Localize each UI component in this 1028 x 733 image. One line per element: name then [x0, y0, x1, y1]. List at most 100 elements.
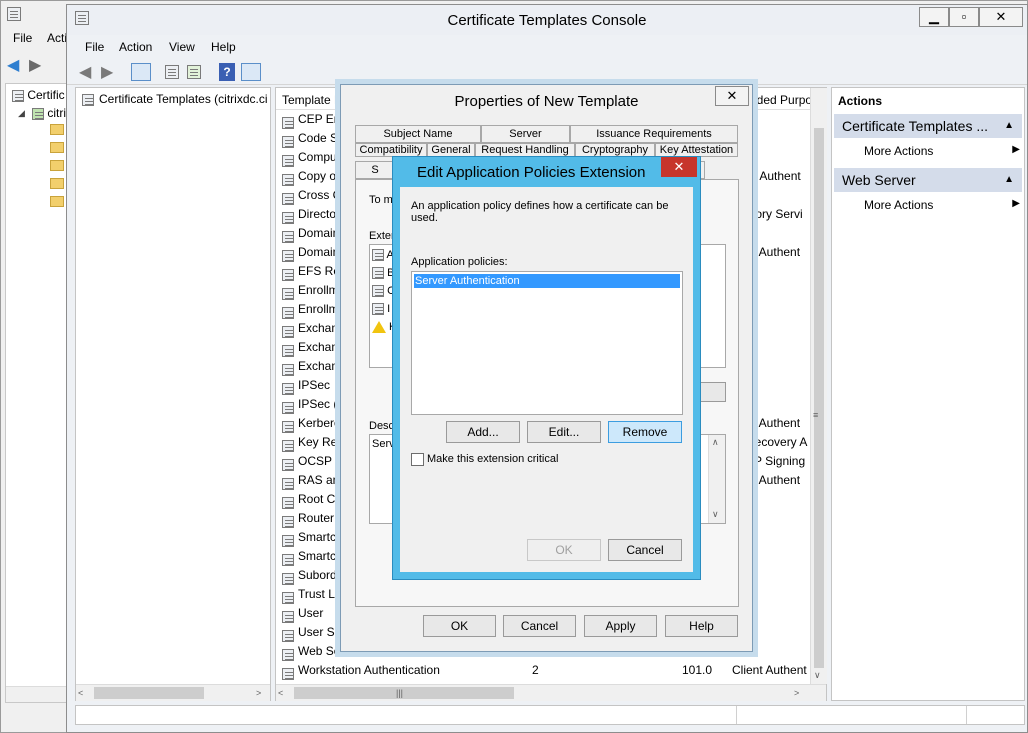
policy-item-server-authentication[interactable]: Server Authentication — [414, 274, 680, 288]
template-name: Cross C — [298, 188, 342, 202]
tree-item-certificate-templates[interactable]: Certificate Templates (citrixdc.ci — [82, 90, 270, 109]
folder-icon[interactable] — [50, 124, 64, 135]
folder-icon[interactable] — [50, 196, 64, 207]
properties-icon[interactable] — [165, 65, 179, 82]
scroll-right-icon[interactable]: > — [256, 688, 261, 698]
help-icon[interactable]: ? — [219, 63, 235, 81]
tab-subject-name[interactable]: Subject Name — [355, 125, 481, 143]
menu-view[interactable]: View — [169, 40, 195, 54]
actions-section-certificate-templates[interactable]: Certificate Templates ... ▲ — [834, 114, 1022, 138]
certificate-template-icon — [82, 93, 94, 106]
menu-file[interactable]: File — [85, 40, 104, 54]
policies-list[interactable]: Server Authentication — [411, 271, 683, 415]
scroll-right-icon[interactable]: > — [794, 688, 799, 698]
close-button[interactable]: ✕ — [979, 7, 1023, 27]
export-icon[interactable] — [187, 65, 201, 82]
edit-policy-button[interactable]: Edit... — [527, 421, 601, 443]
template-name: Kerbero — [298, 416, 341, 430]
tab-compatibility[interactable]: Compatibility — [355, 143, 427, 157]
scroll-down-icon[interactable]: ∨ — [712, 509, 719, 520]
show-tree-icon[interactable] — [131, 63, 151, 81]
extension-item[interactable]: I — [372, 303, 391, 316]
back-icon[interactable]: ◀ — [79, 62, 91, 82]
edit-policies-cancel-button[interactable]: Cancel — [608, 539, 682, 561]
tab-request-handling[interactable]: Request Handling — [475, 143, 575, 157]
table-row[interactable]: Workstation Authentication 2 101.0 Clien… — [276, 661, 812, 680]
tree-root[interactable]: Certific — [12, 88, 65, 102]
expand-arrow-icon[interactable]: ◢ — [18, 108, 25, 119]
properties-apply-button[interactable]: Apply — [584, 615, 657, 637]
list-hscroll[interactable]: < ||| > — [276, 684, 826, 701]
minimize-button[interactable]: ▁ — [919, 7, 949, 27]
folder-icon[interactable] — [50, 160, 64, 171]
collapse-icon[interactable]: ▲ — [1004, 168, 1014, 192]
scroll-left-icon[interactable]: < — [78, 688, 83, 698]
template-name: Director — [298, 207, 341, 221]
menu-help[interactable]: Help — [211, 40, 236, 54]
tab-general[interactable]: General — [427, 143, 475, 157]
actions-section-web-server[interactable]: Web Server ▲ — [834, 168, 1022, 192]
tab-key-attestation[interactable]: Key Attestation — [655, 143, 738, 157]
certificate-template-icon — [282, 591, 294, 604]
certificate-template-icon — [282, 477, 294, 490]
scroll-down-icon[interactable]: ∨ — [814, 670, 821, 681]
collapse-icon[interactable]: ▲ — [1004, 114, 1014, 138]
folder-icon[interactable] — [50, 178, 64, 189]
outer-forward-icon[interactable]: ▶ — [29, 55, 41, 75]
outer-menu-file[interactable]: File — [13, 31, 32, 45]
critical-checkbox-label[interactable]: Make this extension critical — [427, 453, 558, 465]
outer-menu-action[interactable]: Acti — [47, 31, 67, 45]
outer-tree-hscroll[interactable] — [6, 686, 68, 702]
certificate-template-icon — [282, 572, 294, 585]
description-label: Desc — [369, 420, 395, 432]
extension-item[interactable]: A — [372, 249, 394, 262]
template-name: Root Ce — [298, 492, 343, 506]
section-label: Web Server — [842, 172, 916, 188]
critical-checkbox[interactable] — [411, 453, 424, 466]
add-policy-button[interactable]: Add... — [446, 421, 520, 443]
properties-help-button[interactable]: Help — [665, 615, 738, 637]
list-vscroll[interactable]: ≡ ∨ — [810, 88, 827, 684]
edit-policies-body: An application policy defines how a cert… — [400, 187, 693, 572]
tab-row3-left[interactable]: S — [355, 161, 395, 179]
template-name: IPSec — [298, 378, 331, 392]
column-header-template[interactable]: Template D — [282, 93, 343, 107]
certificate-template-icon — [282, 344, 294, 357]
edit-policies-close-button[interactable]: ✕ — [661, 157, 697, 177]
properties-cancel-button[interactable]: Cancel — [503, 615, 576, 637]
scroll-up-icon[interactable]: ∧ — [712, 437, 719, 448]
action-pane-icon[interactable] — [241, 63, 261, 81]
properties-close-button[interactable]: ✕ — [715, 86, 749, 106]
policies-label: Application policies: — [411, 256, 508, 268]
console-toolbar: ◀ ▶ ? — [67, 59, 1027, 85]
edit-policies-ok-button[interactable]: OK — [527, 539, 601, 561]
more-actions-1[interactable]: More Actions ▶ — [864, 144, 1020, 158]
template-name: Exchang — [298, 340, 345, 354]
extension-item-label: I — [387, 303, 391, 315]
scroll-thumb[interactable] — [94, 687, 204, 699]
description-vscroll[interactable]: ∧ ∨ — [708, 435, 725, 523]
tab-cryptography[interactable]: Cryptography — [575, 143, 655, 157]
column-header-purpose[interactable]: nded Purpo — [750, 93, 812, 107]
remove-policy-button[interactable]: Remove — [608, 421, 682, 443]
more-actions-2[interactable]: More Actions ▶ — [864, 198, 1020, 212]
menu-action[interactable]: Action — [119, 40, 152, 54]
extension-icon — [372, 249, 384, 262]
template-purpose: nt Authent — [746, 416, 801, 430]
status-bar — [75, 705, 1025, 725]
certificate-template-icon — [282, 401, 294, 414]
scroll-thumb[interactable] — [294, 687, 514, 699]
maximize-button[interactable]: ▫ — [949, 7, 979, 27]
properties-ok-button[interactable]: OK — [423, 615, 496, 637]
scroll-thumb[interactable] — [814, 128, 824, 668]
folder-icon[interactable] — [50, 142, 64, 153]
forward-icon[interactable]: ▶ — [101, 62, 113, 82]
tree-child[interactable]: citri — [32, 106, 66, 120]
template-name: EFS Rec — [298, 264, 347, 278]
tree-hscroll[interactable]: < > — [76, 684, 270, 701]
outer-back-icon[interactable]: ◀ — [7, 55, 19, 75]
template-name: Enrollm — [298, 283, 339, 297]
scroll-left-icon[interactable]: < — [278, 688, 283, 698]
tab-server[interactable]: Server — [481, 125, 570, 143]
tab-issuance-requirements[interactable]: Issuance Requirements — [570, 125, 738, 143]
